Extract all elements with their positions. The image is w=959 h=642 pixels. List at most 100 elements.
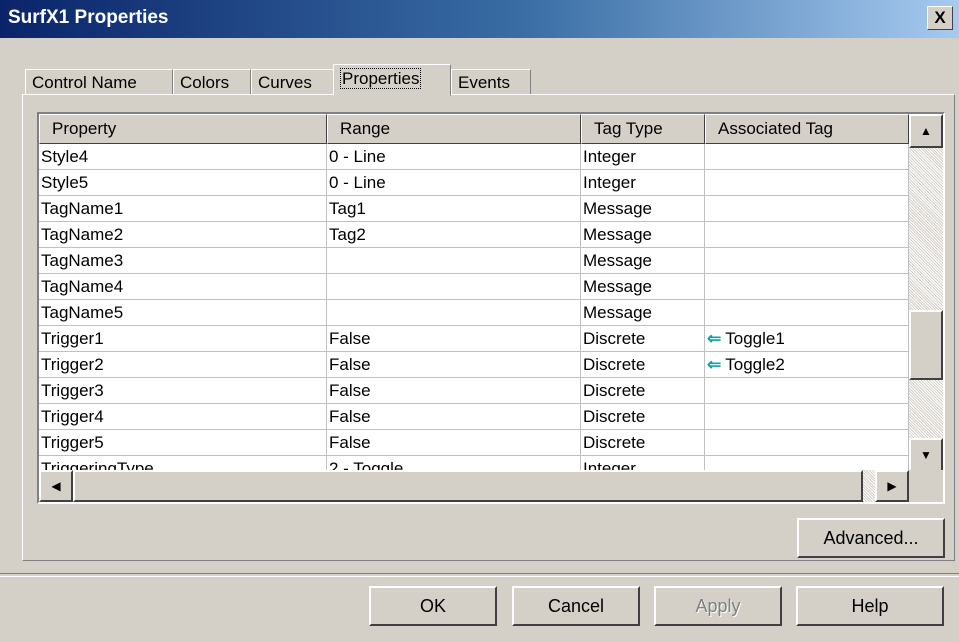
property-cell[interactable]: TagName3 bbox=[39, 248, 327, 274]
advanced-button[interactable]: Advanced... bbox=[797, 518, 945, 558]
column-header-tag-type[interactable]: Tag Type bbox=[581, 114, 705, 144]
cell-text: TagName4 bbox=[41, 277, 124, 296]
table-row[interactable]: TagName4 Message bbox=[39, 274, 909, 300]
range-cell[interactable]: Tag2 bbox=[327, 222, 581, 248]
associated-tag-cell[interactable] bbox=[705, 170, 909, 196]
range-cell[interactable]: False bbox=[327, 326, 581, 352]
cell-text: Integer bbox=[583, 147, 636, 166]
associated-tag-cell[interactable] bbox=[705, 274, 909, 300]
cell-text: Message bbox=[583, 225, 652, 244]
property-cell[interactable]: Trigger1 bbox=[39, 326, 327, 352]
tag-type-cell[interactable]: Message bbox=[581, 274, 705, 300]
associated-tag-cell[interactable] bbox=[705, 404, 909, 430]
associated-tag-cell[interactable] bbox=[705, 378, 909, 404]
table-row[interactable]: TagName3 Message bbox=[39, 248, 909, 274]
horizontal-scrollbar[interactable]: ◀ ▶ bbox=[39, 470, 909, 502]
scroll-down-button[interactable]: ▼ bbox=[909, 438, 943, 472]
cancel-button[interactable]: Cancel bbox=[512, 586, 640, 626]
associated-tag-cell[interactable] bbox=[705, 144, 909, 170]
close-button[interactable]: X bbox=[927, 6, 953, 30]
vertical-scrollbar[interactable]: ▲ ▼ bbox=[909, 114, 943, 472]
table-row[interactable]: TagName5 Message bbox=[39, 300, 909, 326]
vertical-scroll-thumb[interactable] bbox=[909, 310, 943, 380]
cell-text: Trigger5 bbox=[41, 433, 104, 452]
cell-text: Tag1 bbox=[329, 199, 366, 218]
cell-text: Message bbox=[583, 277, 652, 296]
table-row[interactable]: Style4 0 - Line Integer bbox=[39, 144, 909, 170]
properties-grid: Property Range Tag Type Associated Tag S… bbox=[37, 112, 945, 504]
tag-type-cell[interactable]: Message bbox=[581, 222, 705, 248]
scroll-up-button[interactable]: ▲ bbox=[909, 114, 943, 148]
cell-text: Discrete bbox=[583, 355, 646, 374]
table-row[interactable]: Trigger1 False Discrete ⇐ Toggle1 bbox=[39, 326, 909, 352]
tag-type-cell[interactable]: Message bbox=[581, 196, 705, 222]
table-row[interactable]: Trigger3 False Discrete bbox=[39, 378, 909, 404]
cell-text: Trigger1 bbox=[41, 329, 104, 348]
associated-tag-cell[interactable] bbox=[705, 430, 909, 456]
property-cell[interactable]: TagName2 bbox=[39, 222, 327, 248]
associated-tag-cell[interactable]: ⇐ Toggle2 bbox=[705, 352, 909, 378]
ok-button[interactable]: OK bbox=[369, 586, 497, 626]
range-cell[interactable]: 0 - Line bbox=[327, 170, 581, 196]
column-header-range[interactable]: Range bbox=[327, 114, 581, 144]
apply-button[interactable]: Apply bbox=[654, 586, 782, 626]
tab-control-name[interactable]: Control Name bbox=[25, 69, 173, 95]
tag-type-cell[interactable]: Discrete bbox=[581, 430, 705, 456]
tab-curves[interactable]: Curves bbox=[251, 69, 335, 95]
help-button[interactable]: Help bbox=[796, 586, 944, 626]
property-cell[interactable]: Style5 bbox=[39, 170, 327, 196]
table-row[interactable]: Trigger5 False Discrete bbox=[39, 430, 909, 456]
cell-text: Style4 bbox=[41, 147, 89, 166]
tag-type-cell[interactable]: Integer bbox=[581, 170, 705, 196]
tag-type-cell[interactable]: Integer bbox=[581, 144, 705, 170]
double-arrow-left-icon: ⇐ bbox=[707, 329, 722, 348]
table-row[interactable]: Trigger4 False Discrete bbox=[39, 404, 909, 430]
cell-text: TagName2 bbox=[41, 225, 124, 244]
tag-type-cell[interactable]: Discrete bbox=[581, 352, 705, 378]
triangle-left-icon: ◀ bbox=[51, 479, 61, 493]
scroll-right-button[interactable]: ▶ bbox=[875, 470, 909, 502]
associated-tag-cell[interactable] bbox=[705, 196, 909, 222]
property-cell[interactable]: Trigger5 bbox=[39, 430, 327, 456]
column-header-associated-tag[interactable]: Associated Tag bbox=[705, 114, 909, 144]
property-cell[interactable]: Trigger2 bbox=[39, 352, 327, 378]
property-cell[interactable]: TagName1 bbox=[39, 196, 327, 222]
range-cell[interactable]: False bbox=[327, 352, 581, 378]
tab-events[interactable]: Events bbox=[451, 69, 531, 95]
property-cell[interactable]: TagName4 bbox=[39, 274, 327, 300]
property-cell[interactable]: Trigger4 bbox=[39, 404, 327, 430]
column-header-property[interactable]: Property bbox=[39, 114, 327, 144]
property-cell[interactable]: Style4 bbox=[39, 144, 327, 170]
property-cell[interactable]: TagName5 bbox=[39, 300, 327, 326]
tag-type-cell[interactable]: Discrete bbox=[581, 404, 705, 430]
range-cell[interactable]: False bbox=[327, 430, 581, 456]
horizontal-scroll-thumb[interactable] bbox=[73, 470, 863, 502]
range-cell[interactable] bbox=[327, 274, 581, 300]
property-cell[interactable]: Trigger3 bbox=[39, 378, 327, 404]
associated-tag-cell[interactable] bbox=[705, 248, 909, 274]
separator bbox=[0, 573, 959, 577]
range-cell[interactable] bbox=[327, 300, 581, 326]
range-cell[interactable] bbox=[327, 248, 581, 274]
associated-tag-cell[interactable] bbox=[705, 222, 909, 248]
associated-tag-cell[interactable]: ⇐ Toggle1 bbox=[705, 326, 909, 352]
scroll-left-button[interactable]: ◀ bbox=[39, 470, 73, 502]
tag-type-cell[interactable]: Discrete bbox=[581, 326, 705, 352]
table-row[interactable]: Style5 0 - Line Integer bbox=[39, 170, 909, 196]
table-row[interactable]: TagName2 Tag2 Message bbox=[39, 222, 909, 248]
range-cell[interactable]: False bbox=[327, 378, 581, 404]
range-cell[interactable]: False bbox=[327, 404, 581, 430]
tag-type-cell[interactable]: Discrete bbox=[581, 378, 705, 404]
associated-tag-cell[interactable] bbox=[705, 300, 909, 326]
cell-text: Toggle1 bbox=[725, 329, 785, 348]
cell-text: Trigger4 bbox=[41, 407, 104, 426]
tab-colors[interactable]: Colors bbox=[173, 69, 251, 95]
tab-properties[interactable]: Properties bbox=[333, 64, 451, 96]
table-row[interactable]: Trigger2 False Discrete ⇐ Toggle2 bbox=[39, 352, 909, 378]
table-row[interactable]: TagName1 Tag1 Message bbox=[39, 196, 909, 222]
tag-type-cell[interactable]: Message bbox=[581, 248, 705, 274]
range-cell[interactable]: 0 - Line bbox=[327, 144, 581, 170]
tag-type-cell[interactable]: Message bbox=[581, 300, 705, 326]
range-cell[interactable]: Tag1 bbox=[327, 196, 581, 222]
window-title: SurfX1 Properties bbox=[8, 7, 169, 28]
